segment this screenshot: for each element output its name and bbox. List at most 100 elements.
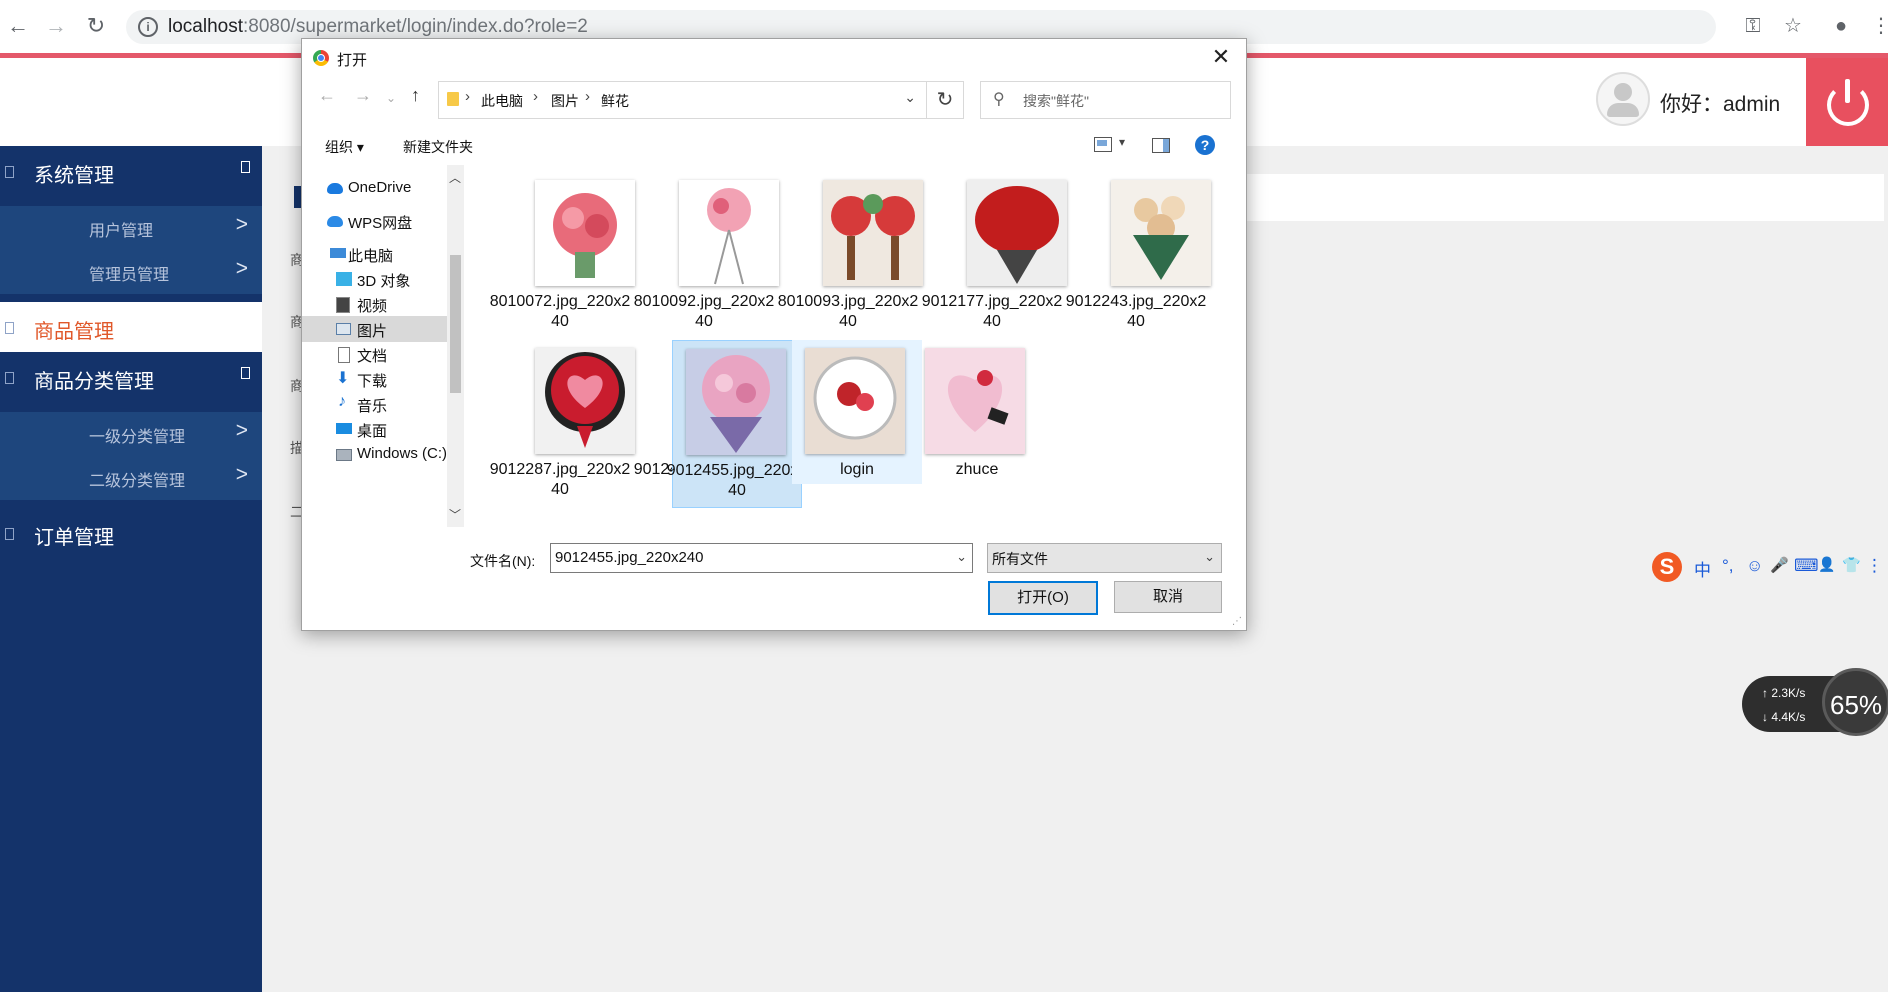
- sidebar-item-level1[interactable]: 一级分类管理 >: [0, 412, 262, 456]
- file-item[interactable]: 9012287.jpg_220x240: [490, 340, 640, 508]
- sidebar-item-level2[interactable]: 二级分类管理 >: [0, 456, 262, 500]
- up-icon[interactable]: ↑: [411, 85, 420, 106]
- file-item[interactable]: 8010093.jpg_220x240: [778, 172, 928, 340]
- resize-grip-icon[interactable]: ⋰: [1232, 616, 1242, 627]
- keyboard-icon[interactable]: ⌨: [1794, 556, 1819, 576]
- file-item[interactable]: zhuce: [912, 340, 1042, 484]
- nav-label: 桌面: [357, 423, 388, 440]
- profile-icon[interactable]: ●: [1828, 13, 1854, 39]
- help-icon[interactable]: ?: [1195, 135, 1215, 155]
- nav-item-drive-c[interactable]: Windows (C:): [302, 441, 447, 467]
- sidebar-group-orders[interactable]: 订单管理: [0, 508, 262, 558]
- filetype-value: 所有文件: [992, 551, 1048, 567]
- collapse-icon[interactable]: [241, 367, 250, 379]
- nav-item-videos[interactable]: 视频: [302, 291, 447, 317]
- skin-icon[interactable]: 👕: [1842, 556, 1861, 574]
- sidebar-group-label: 商品分类管理: [34, 371, 154, 393]
- cloud-icon: [327, 183, 343, 194]
- nav-item-pictures[interactable]: 图片: [302, 316, 447, 342]
- nav-label: Windows (C:): [357, 445, 448, 462]
- scrollbar-thumb[interactable]: [450, 255, 461, 393]
- close-icon[interactable]: ✕: [1206, 43, 1236, 71]
- new-folder-button[interactable]: 新建文件夹: [403, 137, 473, 157]
- image-thumbnail: [805, 348, 905, 454]
- view-dropdown-icon[interactable]: ▾: [1119, 135, 1125, 149]
- nav-label: 图片: [357, 323, 388, 340]
- refresh-icon[interactable]: ↻: [926, 81, 964, 119]
- nav-scrollbar[interactable]: ︿ ﹀: [447, 165, 464, 527]
- sogou-logo-icon[interactable]: S: [1652, 552, 1682, 582]
- key-icon[interactable]: ⚿: [1740, 13, 1766, 39]
- sidebar-item-label: 管理员管理: [89, 267, 170, 284]
- organize-button[interactable]: 组织 ▾: [325, 137, 364, 157]
- file-item[interactable]: 8010092.jpg_220x240: [634, 172, 784, 340]
- microphone-icon[interactable]: 🎤: [1770, 556, 1789, 574]
- breadcrumb-item[interactable]: 图片: [551, 91, 579, 111]
- network-speed-widget[interactable]: ↑ 2.3K/s ↓ 4.4K/s 65%: [1742, 668, 1888, 736]
- chevron-down-icon[interactable]: ⌄: [904, 89, 916, 106]
- chevron-down-icon[interactable]: ⌄: [956, 549, 967, 565]
- filetype-select[interactable]: 所有文件 ⌄: [987, 543, 1222, 573]
- sidebar-group-system[interactable]: 系统管理: [0, 146, 262, 196]
- path-bar[interactable]: › 此电脑 › 图片 › 鲜花 ⌄: [438, 81, 927, 119]
- cancel-button[interactable]: 取消: [1114, 581, 1222, 613]
- nav-item-this-pc[interactable]: 此电脑: [302, 241, 447, 267]
- nav-item-onedrive[interactable]: OneDrive: [302, 175, 447, 201]
- forward-icon[interactable]: →: [42, 12, 70, 40]
- memory-percent: 65%: [1830, 690, 1883, 720]
- ime-toolbar: S 中 °, ☺ 🎤 ⌨ 👤 👕 ⋮: [1652, 552, 1888, 582]
- file-item[interactable]: 8010072.jpg_220x240: [490, 172, 640, 340]
- file-item[interactable]: 9012177.jpg_220x240: [922, 172, 1072, 340]
- nav-item-3d[interactable]: 3D 对象: [302, 266, 447, 292]
- menu-icon[interactable]: ⋮: [1868, 13, 1888, 39]
- desktop-icon: [336, 423, 352, 434]
- navigation-pane: OneDrive WPS网盘 此电脑 3D 对象 视频 图片 文档 ⬇ 下载 ♪…: [302, 165, 465, 527]
- nav-item-wps[interactable]: WPS网盘: [302, 208, 447, 234]
- breadcrumb-item[interactable]: 此电脑: [481, 91, 523, 111]
- star-icon[interactable]: ☆: [1780, 13, 1806, 39]
- sidebar-group-label: 订单管理: [34, 527, 114, 549]
- sidebar-item-users[interactable]: 用户管理 >: [0, 206, 262, 250]
- file-item[interactable]: 9012243.jpg_220x240: [1066, 172, 1216, 340]
- chevron-down-icon[interactable]: ﹀: [449, 506, 461, 523]
- recent-dropdown-icon[interactable]: ⌄: [386, 91, 396, 105]
- cloud-icon: [327, 216, 343, 227]
- nav-item-desktop[interactable]: 桌面: [302, 416, 447, 442]
- drive-icon: [336, 449, 352, 461]
- nav-item-documents[interactable]: 文档: [302, 341, 447, 367]
- filename-field[interactable]: 9012455.jpg_220x240 ⌄: [550, 543, 973, 573]
- nav-label: 文档: [357, 348, 388, 365]
- chevron-up-icon[interactable]: ︿: [449, 169, 461, 186]
- sidebar-item-admins[interactable]: 管理员管理 >: [0, 250, 262, 294]
- file-item-selected[interactable]: 9012455.jpg_220x240: [667, 340, 807, 508]
- file-item[interactable]: login: [792, 340, 922, 484]
- user-icon[interactable]: 👤: [1818, 556, 1835, 573]
- nav-item-downloads[interactable]: ⬇ 下载: [302, 366, 447, 392]
- ime-chinese-mode[interactable]: 中: [1694, 556, 1711, 581]
- nav-item-music[interactable]: ♪ 音乐: [302, 391, 447, 417]
- open-button[interactable]: 打开(O): [988, 581, 1098, 615]
- file-name: 8010093.jpg_220x240: [777, 293, 919, 330]
- back-icon[interactable]: ←: [318, 85, 336, 106]
- url-text[interactable]: localhost:8080/supermarket/login/index.d…: [168, 16, 588, 38]
- ime-punctuation-icon[interactable]: °,: [1722, 556, 1734, 576]
- forward-icon[interactable]: →: [354, 85, 372, 106]
- sidebar-group-categories[interactable]: 商品分类管理: [0, 352, 262, 402]
- search-input[interactable]: ⚲ 搜索"鲜花": [980, 81, 1231, 119]
- chevron-right-icon: >: [235, 419, 248, 442]
- power-icon[interactable]: [1806, 58, 1888, 147]
- breadcrumb-item[interactable]: 鲜花: [601, 91, 629, 111]
- upload-speed: ↑ 2.3K/s: [1762, 686, 1806, 700]
- back-icon[interactable]: ←: [4, 12, 32, 40]
- preview-pane-icon[interactable]: [1152, 138, 1170, 153]
- music-note-icon: ♪: [338, 393, 346, 410]
- reload-icon[interactable]: ↻: [82, 12, 110, 40]
- collapse-icon[interactable]: [241, 161, 250, 173]
- sidebar-group-goods[interactable]: 商品管理: [0, 302, 262, 352]
- nav-label: 下载: [357, 373, 388, 390]
- view-mode-icon[interactable]: [1094, 137, 1112, 152]
- more-icon[interactable]: ⋮: [1866, 556, 1883, 576]
- chevron-down-icon: ⌄: [1204, 549, 1215, 564]
- ime-emoji-icon[interactable]: ☺: [1746, 556, 1763, 576]
- site-info-icon[interactable]: i: [138, 17, 158, 37]
